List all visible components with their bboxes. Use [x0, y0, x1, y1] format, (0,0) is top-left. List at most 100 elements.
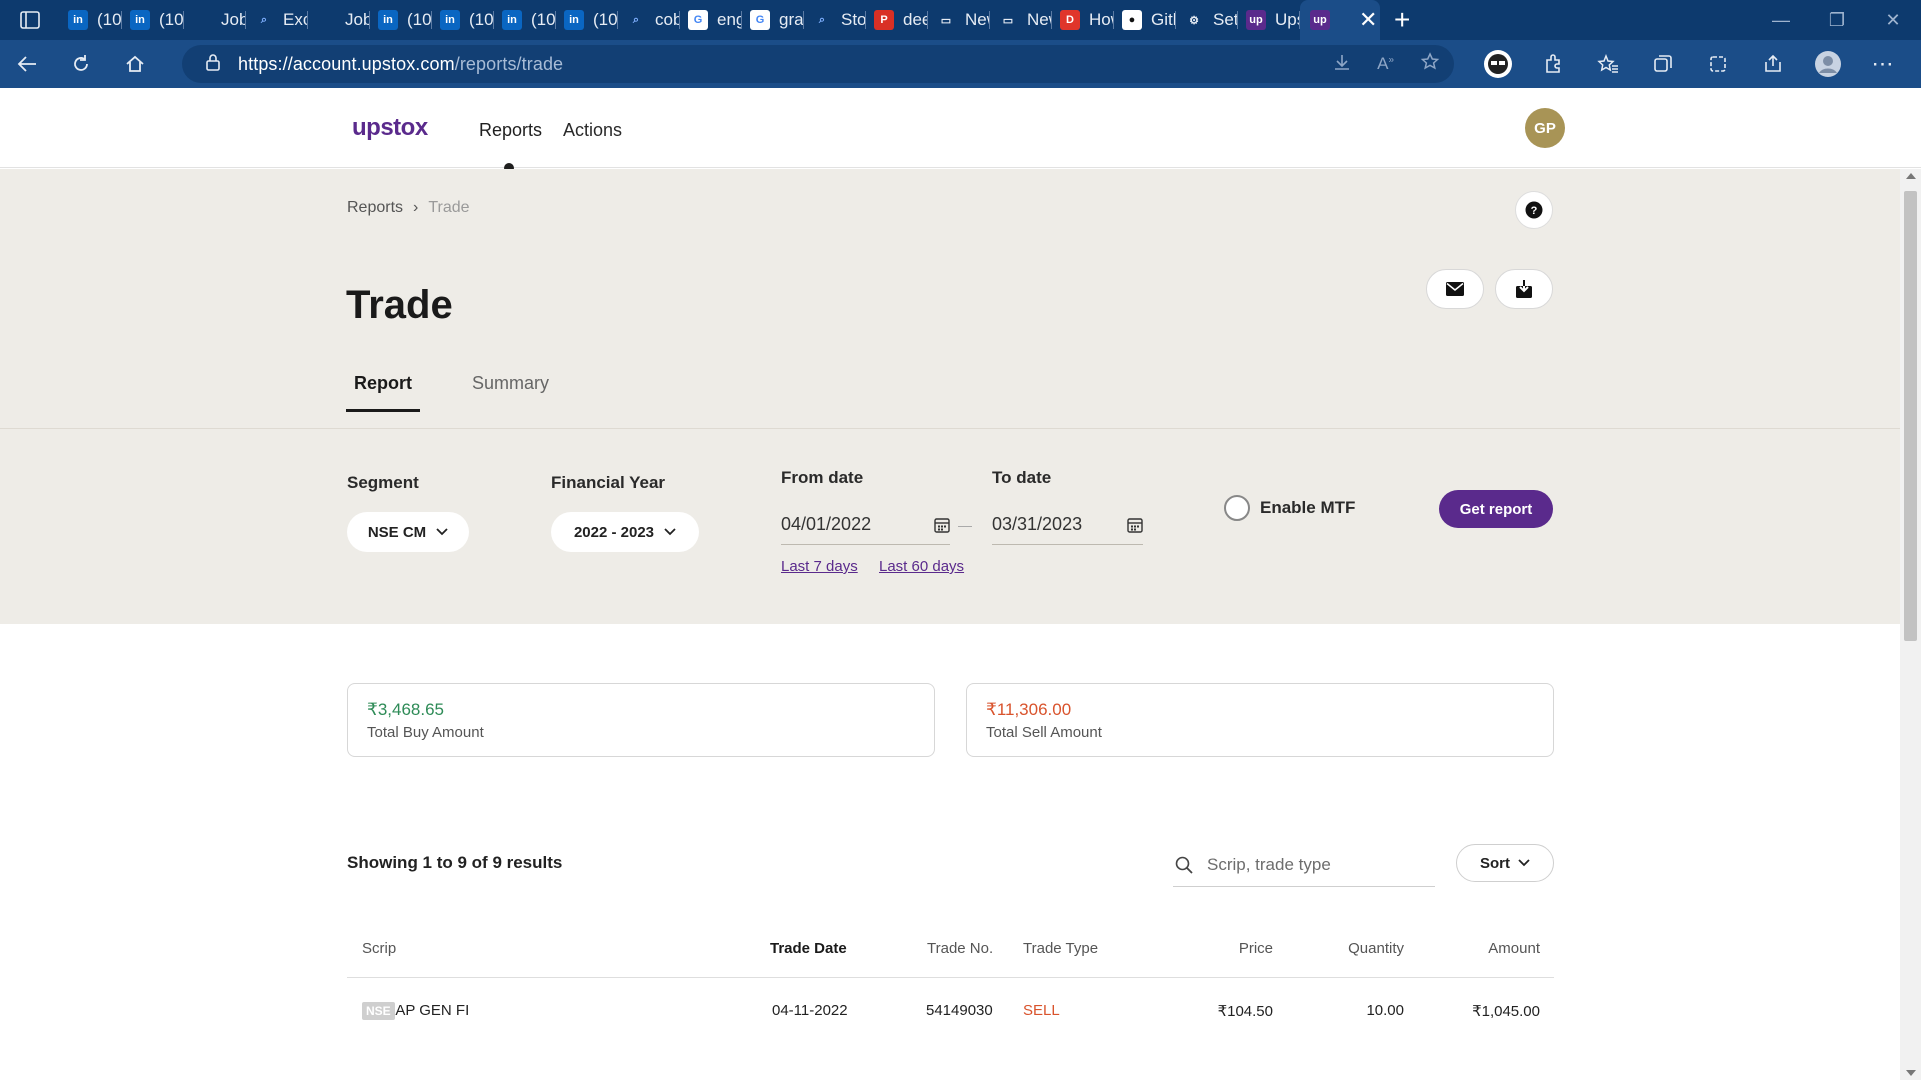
last-7-days-link[interactable]: Last 7 days [781, 558, 858, 575]
financial-year-select[interactable]: 2022 - 2023 [551, 512, 699, 552]
browser-tab[interactable]: ⌕ Stoc [804, 0, 866, 40]
calendar-icon[interactable] [934, 517, 950, 533]
upstox-logo[interactable]: upstox [352, 114, 428, 142]
col-trade-no[interactable]: Trade No. [927, 940, 993, 957]
browser-tab[interactable]: Job . [184, 0, 246, 40]
user-profile-icon[interactable] [1800, 40, 1855, 88]
back-icon[interactable] [0, 40, 54, 88]
extensions-icon[interactable] [1525, 40, 1580, 88]
tab-summary[interactable]: Summary [464, 365, 557, 412]
window-controls: — ❐ ✕ [1753, 0, 1921, 40]
upstox-icon: up [1246, 10, 1266, 30]
browser-tab-active[interactable]: up ✕ [1300, 0, 1380, 40]
total-buy-label: Total Buy Amount [367, 724, 484, 741]
browser-tab[interactable]: Ggrad [742, 0, 804, 40]
col-amount[interactable]: Amount [1488, 940, 1540, 957]
search-input[interactable] [1207, 854, 1417, 875]
calendar-icon[interactable] [1127, 517, 1143, 533]
breadcrumb-reports[interactable]: Reports [347, 199, 403, 217]
browser-tab[interactable]: ⚙ Sett [1176, 0, 1238, 40]
tab-report[interactable]: Report [346, 365, 420, 412]
window-close-icon[interactable]: ✕ [1865, 0, 1921, 40]
scroll-up-icon[interactable] [1906, 173, 1916, 179]
browser-tab[interactable]: in (10) [494, 0, 556, 40]
search-box[interactable] [1173, 843, 1435, 887]
scroll-thumb[interactable] [1904, 191, 1917, 641]
read-aloud-icon[interactable]: A» [1377, 54, 1394, 74]
collections-icon[interactable] [1635, 40, 1690, 88]
total-sell-label: Total Sell Amount [986, 724, 1102, 741]
col-trade-date[interactable]: Trade Date [770, 940, 847, 957]
avatar[interactable]: GP [1525, 108, 1565, 148]
help-button[interactable]: ? [1515, 191, 1553, 229]
browser-tab[interactable]: ▭ New [928, 0, 990, 40]
minimize-icon[interactable]: — [1753, 0, 1809, 40]
segment-value: NSE CM [367, 523, 427, 541]
browser-tab[interactable]: in (10) [432, 0, 494, 40]
scroll-down-icon[interactable] [1906, 1070, 1916, 1076]
add-favorite-icon[interactable] [1420, 51, 1440, 77]
url-text[interactable]: https://account.upstox.com/reports/trade [238, 54, 563, 75]
more-icon[interactable]: ⋯ [1855, 40, 1910, 88]
browser-tab-label: Stoc [841, 10, 866, 29]
mtf-radio[interactable] [1224, 495, 1250, 521]
profile-extension-icon[interactable] [1470, 40, 1525, 88]
search-icon: ⌕ [632, 13, 640, 26]
nav-actions[interactable]: Actions [563, 120, 622, 141]
page-scrollbar[interactable] [1900, 169, 1921, 1080]
segment-select[interactable]: NSE CM [347, 512, 469, 552]
total-buy-card: ₹3,468.65 Total Buy Amount [347, 683, 935, 757]
last-60-days-link[interactable]: Last 60 days [879, 558, 964, 575]
browser-tab[interactable]: Gengl [680, 0, 742, 40]
browser-tab[interactable]: ● Gith [1114, 0, 1176, 40]
download-icon [1516, 280, 1532, 298]
total-buy-amount: ₹3,468.65 [367, 700, 444, 719]
browser-tab[interactable]: in (10) [60, 0, 122, 40]
download-report-button[interactable] [1495, 269, 1553, 309]
browser-tab[interactable]: Job . [308, 0, 370, 40]
col-price[interactable]: Price [1239, 940, 1273, 957]
browser-tab-label: How [1089, 10, 1114, 29]
from-date-input[interactable]: 04/01/2022 [781, 505, 950, 545]
address-bar[interactable]: https://account.upstox.com/reports/trade… [182, 45, 1454, 83]
d-icon: D [1060, 10, 1080, 30]
upstox-icon: up [1310, 10, 1330, 30]
browser-tab-label: Gith [1151, 10, 1176, 29]
browser-tab-label: Sett [1213, 10, 1238, 29]
browser-tab[interactable]: ⌕ Exce [246, 0, 308, 40]
screenshot-icon[interactable] [1690, 40, 1745, 88]
col-trade-type[interactable]: Trade Type [1023, 940, 1098, 957]
close-tab-icon[interactable]: ✕ [1359, 7, 1377, 33]
refresh-icon[interactable] [54, 40, 108, 88]
browser-tab[interactable]: ⌕ cobl [618, 0, 680, 40]
lock-icon[interactable] [206, 53, 220, 76]
cell-trade-date: 04-11-2022 [772, 1002, 848, 1019]
table-row[interactable]: MANAP GEN FI NSE 04-11-2022 54149030 SEL… [347, 978, 1554, 1078]
col-quantity[interactable]: Quantity [1348, 940, 1404, 957]
download-icon[interactable] [1333, 53, 1351, 76]
browser-tab[interactable]: in (10) [122, 0, 184, 40]
results-count: Showing 1 to 9 of 9 results [347, 853, 563, 872]
tab-actions-icon[interactable] [0, 0, 60, 40]
nav-reports[interactable]: Reports [479, 120, 542, 141]
new-tab-icon[interactable]: + [1394, 4, 1410, 36]
browser-tab[interactable]: in (10) [370, 0, 432, 40]
enable-mtf-toggle[interactable]: Enable MTF [1224, 495, 1355, 521]
col-scrip[interactable]: Scrip [362, 940, 396, 957]
linkedin-icon: in [130, 10, 150, 30]
browser-tab[interactable]: ▭ New [990, 0, 1052, 40]
to-date-input[interactable]: 03/31/2023 [992, 505, 1143, 545]
home-icon[interactable] [108, 40, 162, 88]
restore-icon[interactable]: ❐ [1809, 0, 1865, 40]
get-report-button[interactable]: Get report [1439, 490, 1553, 528]
email-report-button[interactable] [1426, 269, 1484, 309]
share-icon[interactable] [1745, 40, 1800, 88]
browser-tab[interactable]: D How [1052, 0, 1114, 40]
browser-tab[interactable]: in (10) [556, 0, 618, 40]
browser-tab[interactable]: up Ups [1238, 0, 1300, 40]
browser-tab[interactable]: Pdeep [866, 0, 928, 40]
favorites-icon[interactable] [1580, 40, 1635, 88]
sort-button[interactable]: Sort [1456, 844, 1554, 882]
pdf-icon: P [874, 10, 894, 30]
page-content: upstox Reports Actions GP Reports › Trad… [0, 88, 1921, 1080]
